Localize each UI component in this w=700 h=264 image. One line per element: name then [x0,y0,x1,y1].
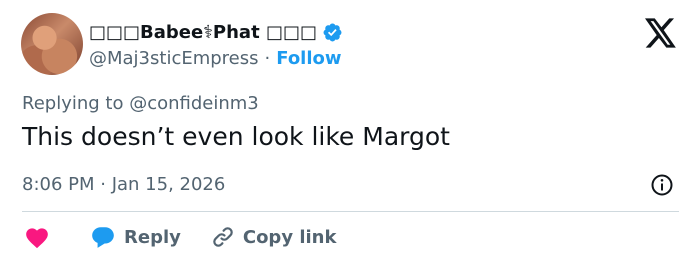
tweet-timestamp[interactable]: 8:06 PM · Jan 15, 2026 [22,174,225,195]
copy-link-label: Copy link [242,226,337,248]
author-handle-row: @Maj3sticEmpress · Follow [89,48,342,69]
x-logo-icon[interactable] [645,18,677,48]
handle-separator: · [264,48,271,69]
author-handle[interactable]: @Maj3sticEmpress [89,48,259,69]
heart-icon [26,228,48,249]
copy-link-button[interactable]: Copy link [211,225,337,249]
reply-bubble-icon [92,227,114,248]
tweet-text: This doesn’t even look like Margot [22,122,450,151]
follow-button[interactable]: Follow [276,48,341,69]
verified-badge-icon [323,23,342,42]
info-icon[interactable] [650,173,674,197]
replying-to-line[interactable]: Replying to @confideinm3 [22,93,259,114]
like-button[interactable] [24,225,50,249]
reply-button[interactable]: Reply [90,225,181,249]
reply-label: Reply [124,226,181,248]
avatar[interactable] [21,13,83,75]
tweet-actions: Reply Copy link [24,221,336,253]
divider [22,211,679,212]
link-icon [213,227,233,247]
author-display-name[interactable]: □□□Babee⚕Phat □□□ [89,22,317,43]
author-name-row[interactable]: □□□Babee⚕Phat □□□ [89,22,343,43]
